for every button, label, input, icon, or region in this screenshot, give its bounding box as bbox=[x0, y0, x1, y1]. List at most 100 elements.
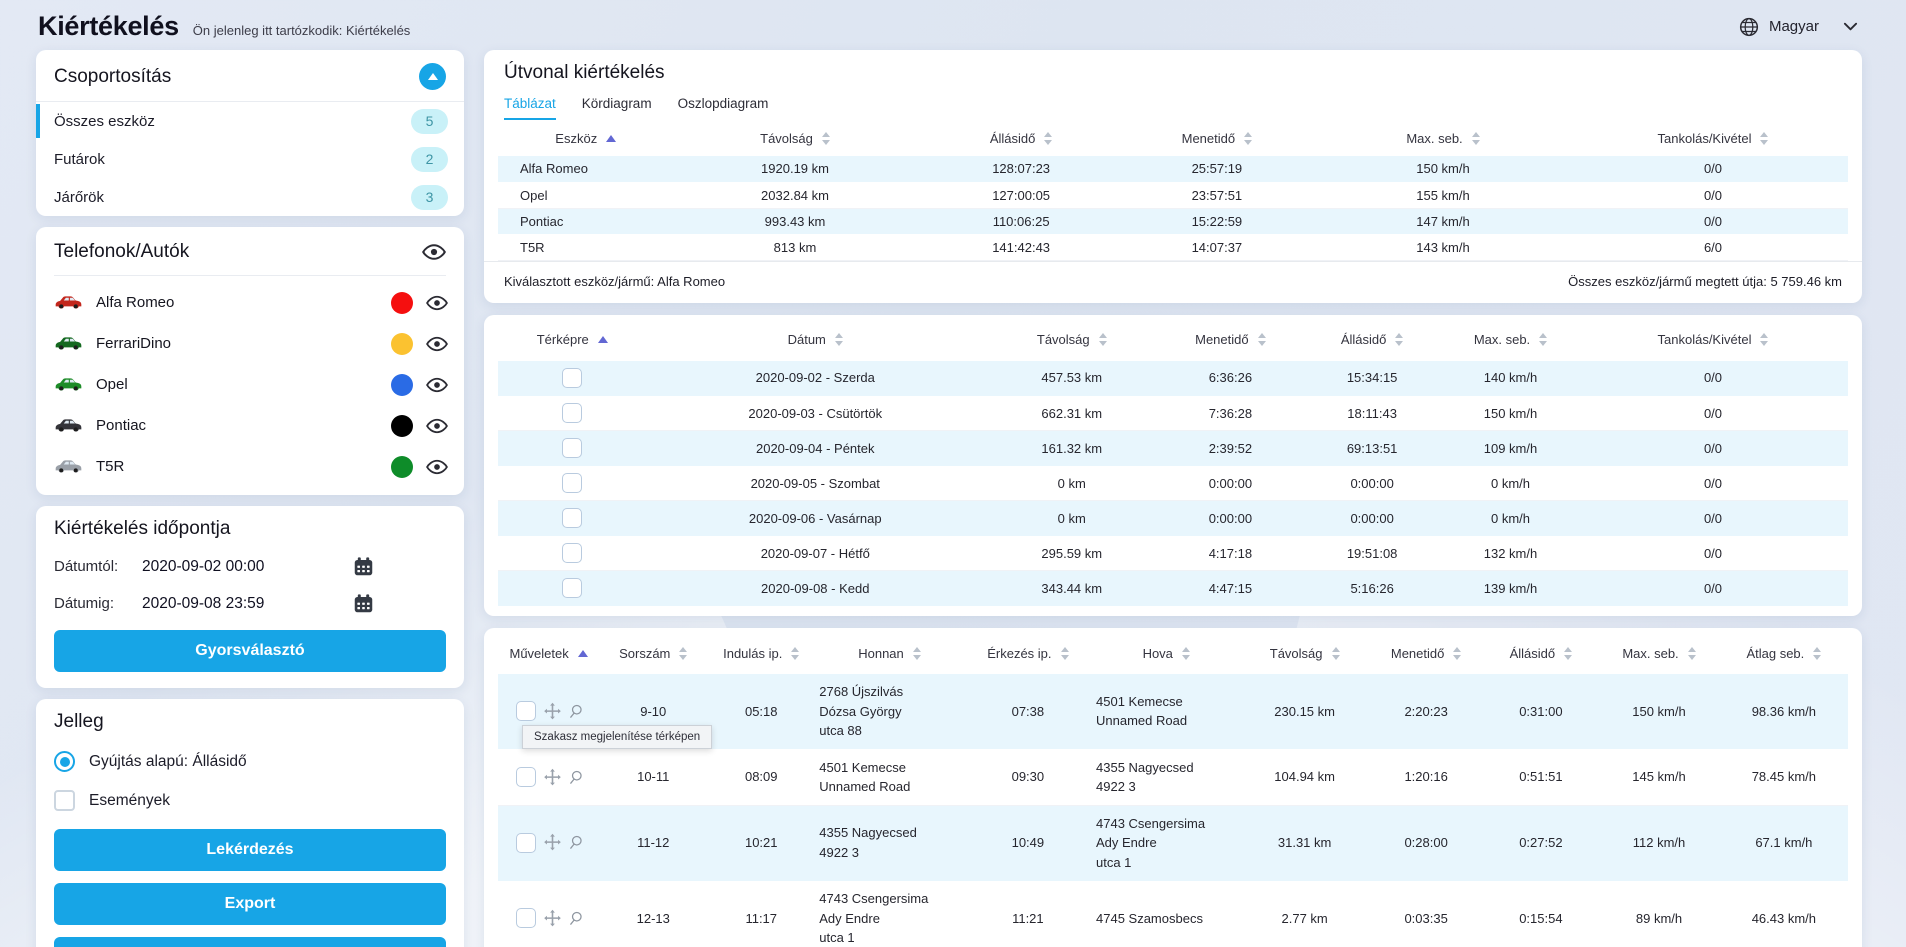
column-header[interactable]: Max. seb. bbox=[1598, 632, 1720, 674]
device-row[interactable]: T5R bbox=[36, 446, 464, 487]
map-checkbox[interactable] bbox=[562, 543, 583, 563]
date-to-calendar-button[interactable] bbox=[353, 593, 374, 614]
column-header[interactable]: Menetidő bbox=[1126, 120, 1308, 156]
segment-checkbox[interactable] bbox=[516, 832, 536, 853]
map-checkbox[interactable] bbox=[562, 508, 583, 528]
group-label: Járőrök bbox=[54, 188, 105, 206]
table-row[interactable]: Opel 2032.84 km 127:00:05 23:57:51 155 km/h 0… bbox=[498, 182, 1848, 208]
device-row[interactable]: Opel bbox=[36, 364, 464, 405]
sort-icon bbox=[821, 131, 830, 145]
device-row[interactable]: FerrariDino bbox=[36, 323, 464, 364]
color-dot[interactable] bbox=[391, 291, 413, 314]
zoom-segment-button[interactable] bbox=[569, 834, 586, 851]
map-checkbox[interactable] bbox=[562, 578, 583, 598]
table-cell: 0/0 bbox=[1703, 510, 1723, 526]
map-checkbox[interactable] bbox=[562, 438, 583, 458]
device-name: Pontiac bbox=[96, 417, 147, 434]
table-cell: 0/0 bbox=[1703, 580, 1723, 596]
date-from-input[interactable]: 2020-09-02 00:00 bbox=[142, 558, 264, 576]
zoom-segment-button[interactable] bbox=[569, 703, 586, 720]
color-dot[interactable] bbox=[391, 455, 413, 478]
column-header[interactable]: Távolság bbox=[674, 120, 917, 156]
query-button[interactable]: Lekérdezés bbox=[54, 829, 446, 871]
column-header[interactable]: Tankolás/Kivétel bbox=[1578, 120, 1848, 156]
device-visibility-button[interactable] bbox=[426, 456, 448, 478]
events-checkbox-label: Események bbox=[89, 791, 170, 809]
column-header[interactable]: Átlag seb. bbox=[1720, 632, 1848, 674]
language-selector[interactable]: Magyar bbox=[1739, 17, 1858, 37]
map-checkbox[interactable] bbox=[562, 403, 583, 423]
color-dot[interactable] bbox=[391, 332, 413, 355]
radio-selected-icon[interactable] bbox=[54, 751, 75, 772]
zoom-segment-button[interactable] bbox=[569, 769, 586, 786]
column-header[interactable]: Állásidő bbox=[1484, 632, 1599, 674]
events-checkbox[interactable] bbox=[54, 790, 75, 811]
table-cell: 147 km/h bbox=[1416, 213, 1470, 229]
table-cell: 0 km bbox=[1057, 510, 1086, 526]
date-from-calendar-button[interactable] bbox=[353, 556, 374, 577]
segment-checkbox[interactable] bbox=[516, 767, 536, 787]
device-row[interactable]: Alfa Romeo bbox=[36, 282, 464, 323]
column-header[interactable]: Érkezés ip. bbox=[964, 632, 1092, 674]
table-row[interactable]: Pontiac 993.43 km 110:06:25 15:22:59 147 km/… bbox=[498, 208, 1848, 234]
column-header[interactable]: Max. seb. bbox=[1443, 319, 1578, 361]
segment-checkbox[interactable] bbox=[516, 701, 536, 722]
device-row[interactable]: Pontiac bbox=[36, 405, 464, 446]
color-dot[interactable] bbox=[391, 414, 413, 437]
collapse-button[interactable] bbox=[419, 63, 446, 90]
map-checkbox[interactable] bbox=[562, 473, 583, 493]
page-title: Kiértékelés bbox=[38, 11, 179, 41]
table-row[interactable]: Alfa Romeo 1920.19 km 128:07:23 25:57:19 150… bbox=[498, 156, 1848, 182]
segment-checkbox[interactable] bbox=[516, 908, 536, 929]
pdf-export-button[interactable]: Pdf menetlevél export bbox=[54, 937, 446, 947]
group-item[interactable]: Járőrök 3 bbox=[36, 178, 464, 216]
table-row[interactable]: T5R 813 km 141:42:43 14:07:37 143 km/h 6/0 bbox=[498, 234, 1848, 260]
column-header[interactable]: Sorszám bbox=[599, 632, 707, 674]
devices-title: Telefonok/Autók bbox=[54, 241, 190, 262]
column-header[interactable]: Állásidő bbox=[1301, 319, 1443, 361]
column-header[interactable]: Tankolás/Kivétel bbox=[1578, 319, 1848, 361]
column-header[interactable]: Menetidő bbox=[1369, 632, 1484, 674]
column-header[interactable]: Távolság bbox=[984, 319, 1160, 361]
table-cell: 993.43 km bbox=[764, 213, 826, 229]
show-on-map-button[interactable] bbox=[543, 702, 562, 721]
tab-kördiagram[interactable]: Kördiagram bbox=[582, 96, 652, 120]
table-cell: 104.94 km bbox=[1274, 769, 1335, 785]
group-item[interactable]: Futárok 2 bbox=[36, 140, 464, 178]
column-header[interactable]: Távolság bbox=[1241, 632, 1369, 674]
column-header[interactable]: Műveletek bbox=[498, 632, 599, 674]
show-on-map-button[interactable] bbox=[543, 768, 562, 787]
tab-táblázat[interactable]: Táblázat bbox=[504, 96, 556, 120]
device-list: Alfa Romeo FerrariDino Opel Pontiac T5R bbox=[36, 276, 464, 495]
device-visibility-button[interactable] bbox=[426, 333, 448, 355]
column-header[interactable]: Max. seb. bbox=[1308, 120, 1578, 156]
group-label: Összes eszköz bbox=[54, 112, 155, 130]
show-on-map-button[interactable] bbox=[543, 833, 562, 852]
column-header[interactable]: Térképre bbox=[498, 319, 647, 361]
quick-select-button[interactable]: Gyorsválasztó bbox=[54, 630, 446, 672]
column-header[interactable]: Dátum bbox=[647, 319, 985, 361]
map-segment-tooltip: Szakasz megjelenítése térképen bbox=[522, 725, 713, 749]
column-header[interactable]: Indulás ip. bbox=[707, 632, 815, 674]
export-button[interactable]: Export bbox=[54, 883, 446, 925]
group-item[interactable]: Összes eszköz 5 bbox=[36, 102, 464, 140]
column-header[interactable]: Menetidő bbox=[1160, 319, 1302, 361]
table-cell: 0:51:51 bbox=[1519, 769, 1563, 785]
toggle-all-visibility-button[interactable] bbox=[422, 240, 446, 264]
table-row: 2020-09-07 - Hétfő 295.59 km 4:17:18 19:51:… bbox=[498, 536, 1848, 571]
table-cell: 07:38 bbox=[1011, 703, 1045, 719]
tab-oszlopdiagram[interactable]: Oszlopdiagram bbox=[678, 96, 769, 120]
show-on-map-button[interactable] bbox=[543, 909, 562, 928]
zoom-segment-button[interactable] bbox=[569, 910, 586, 927]
date-to-input[interactable]: 2020-09-08 23:59 bbox=[142, 595, 264, 613]
color-dot[interactable] bbox=[391, 373, 413, 396]
column-header[interactable]: Honnan bbox=[815, 632, 964, 674]
map-checkbox[interactable] bbox=[562, 367, 583, 388]
column-header[interactable]: Hova bbox=[1092, 632, 1241, 674]
column-header[interactable]: Állásidő bbox=[917, 120, 1126, 156]
column-header[interactable]: Eszköz bbox=[498, 120, 674, 156]
device-visibility-button[interactable] bbox=[426, 415, 448, 437]
device-visibility-button[interactable] bbox=[426, 292, 448, 314]
table-cell: 98.36 km/h bbox=[1751, 703, 1817, 719]
device-visibility-button[interactable] bbox=[426, 374, 448, 396]
